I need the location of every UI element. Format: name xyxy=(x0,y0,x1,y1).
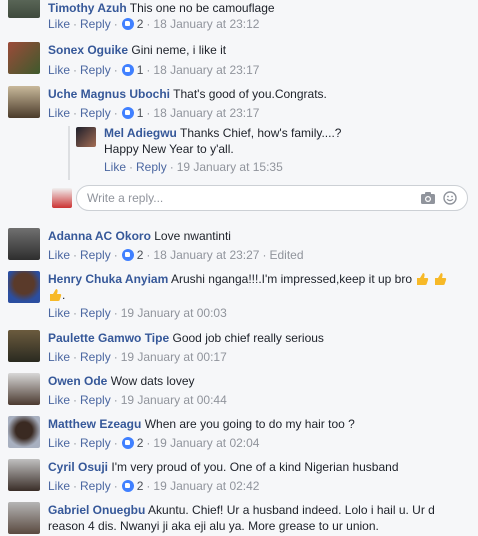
like-reaction-icon[interactable] xyxy=(121,18,134,30)
comment-text: This one no be camouflage xyxy=(129,1,275,15)
camera-icon[interactable] xyxy=(421,192,435,204)
avatar[interactable] xyxy=(8,0,40,18)
like-reaction-icon[interactable] xyxy=(121,249,134,261)
avatar[interactable] xyxy=(8,373,40,405)
avatar[interactable] xyxy=(8,502,40,534)
like-reaction-icon[interactable] xyxy=(121,107,134,119)
like-button[interactable]: Like xyxy=(48,350,70,364)
comment-text: I'm very proud of you. One of a kind Nig… xyxy=(111,460,399,474)
comment-author[interactable]: Owen Ode xyxy=(48,374,107,388)
reply-button[interactable]: Reply xyxy=(80,17,111,31)
reply-button[interactable]: Reply xyxy=(136,160,167,174)
like-button[interactable]: Like xyxy=(104,160,126,174)
like-reaction-icon[interactable] xyxy=(121,64,134,76)
comment-author[interactable]: Cyril Osuji xyxy=(48,460,108,474)
comment-text-line2: Happy New Year to y'all. xyxy=(104,142,234,156)
comment-text: Thanks Chief, how's family....? xyxy=(180,126,342,140)
like-button[interactable]: Like xyxy=(48,63,70,77)
avatar[interactable] xyxy=(76,127,96,147)
comment-timestamp[interactable]: 19 January at 15:35 xyxy=(177,160,283,174)
reply-button[interactable]: Reply xyxy=(80,350,111,364)
comment-author[interactable]: Paulette Gamwo Tipe xyxy=(48,331,169,345)
emoji-icon[interactable] xyxy=(443,191,457,205)
reply-button[interactable]: Reply xyxy=(80,106,111,120)
avatar[interactable] xyxy=(8,459,40,491)
comment-text: Gini neme, i like it xyxy=(131,43,227,57)
avatar[interactable] xyxy=(8,228,40,260)
edited-label[interactable]: Edited xyxy=(269,248,303,262)
comment-author[interactable]: Matthew Ezeagu xyxy=(48,417,141,431)
comment-timestamp[interactable]: 18 January at 23:17 xyxy=(153,63,259,77)
like-button[interactable]: Like xyxy=(48,106,70,120)
like-reaction-icon[interactable] xyxy=(121,437,134,449)
like-button[interactable]: Like xyxy=(48,248,70,262)
comment-timestamp[interactable]: 19 January at 02:42 xyxy=(153,479,259,493)
thumbs-up-emoji-icon xyxy=(417,273,429,285)
comment-text: Akuntu. Chief! Ur a husband indeed. Lolo… xyxy=(148,503,435,517)
reply-thread-line xyxy=(68,126,70,180)
like-button[interactable]: Like xyxy=(48,393,70,407)
like-button[interactable]: Like xyxy=(48,436,70,450)
reply-button[interactable]: Reply xyxy=(80,393,111,407)
comment-author[interactable]: Adanna AC Okoro xyxy=(48,229,151,243)
comment-timestamp[interactable]: 18 January at 23:17 xyxy=(153,106,259,120)
like-button[interactable]: Like xyxy=(48,479,70,493)
comment-timestamp[interactable]: 19 January at 00:44 xyxy=(121,393,227,407)
like-reaction-icon[interactable] xyxy=(121,480,134,492)
reply-button[interactable]: Reply xyxy=(80,63,111,77)
current-user-avatar xyxy=(52,188,72,208)
comment-timestamp[interactable]: 18 January at 23:12 xyxy=(153,17,259,31)
avatar[interactable] xyxy=(8,86,40,118)
comment-author[interactable]: Henry Chuka Anyiam xyxy=(48,272,168,286)
comment-author[interactable]: Sonex Oguike xyxy=(48,43,128,57)
comment-timestamp[interactable]: 19 January at 00:03 xyxy=(121,306,227,320)
comment-author[interactable]: Gabriel Onuegbu xyxy=(48,503,145,517)
comment-text: That's good of you.Congrats. xyxy=(173,87,327,101)
comment-text: Good job chief really serious xyxy=(172,331,324,345)
avatar[interactable] xyxy=(8,330,40,362)
comment-text: Love nwantinti xyxy=(154,229,231,243)
comment-author[interactable]: Uche Magnus Ubochi xyxy=(48,87,170,101)
comment-author[interactable]: Timothy Azuh xyxy=(48,1,127,15)
comment-text-line2: reason 4 dis. Nwanyi ji aka eji alu ya. … xyxy=(48,519,379,533)
thumbs-up-emoji-icon xyxy=(50,289,62,301)
like-button[interactable]: Like xyxy=(48,306,70,320)
reply-input-box[interactable] xyxy=(76,185,468,211)
like-button[interactable]: Like xyxy=(48,17,70,31)
avatar[interactable] xyxy=(8,271,40,303)
reply-button[interactable]: Reply xyxy=(80,306,111,320)
comment-author[interactable]: Mel Adiegwu xyxy=(104,126,177,140)
comment-timestamp[interactable]: 19 January at 02:04 xyxy=(153,436,259,450)
comment-text: Arushi nganga!!!.I'm impressed,keep it u… xyxy=(170,272,413,286)
avatar[interactable] xyxy=(8,416,40,448)
reply-button[interactable]: Reply xyxy=(80,248,111,262)
avatar[interactable] xyxy=(8,42,40,74)
comment-text: When are you going to do my hair too ? xyxy=(144,417,355,431)
comment-timestamp[interactable]: 18 January at 23:27 xyxy=(153,248,259,262)
comment-text: Wow dats lovey xyxy=(110,374,195,388)
comment-text-line2: . xyxy=(62,288,66,302)
reply-button[interactable]: Reply xyxy=(80,436,111,450)
reply-input[interactable] xyxy=(85,190,409,206)
comment-timestamp[interactable]: 19 January at 00:17 xyxy=(121,350,227,364)
thumbs-up-emoji-icon xyxy=(434,273,446,285)
reply-button[interactable]: Reply xyxy=(80,479,111,493)
